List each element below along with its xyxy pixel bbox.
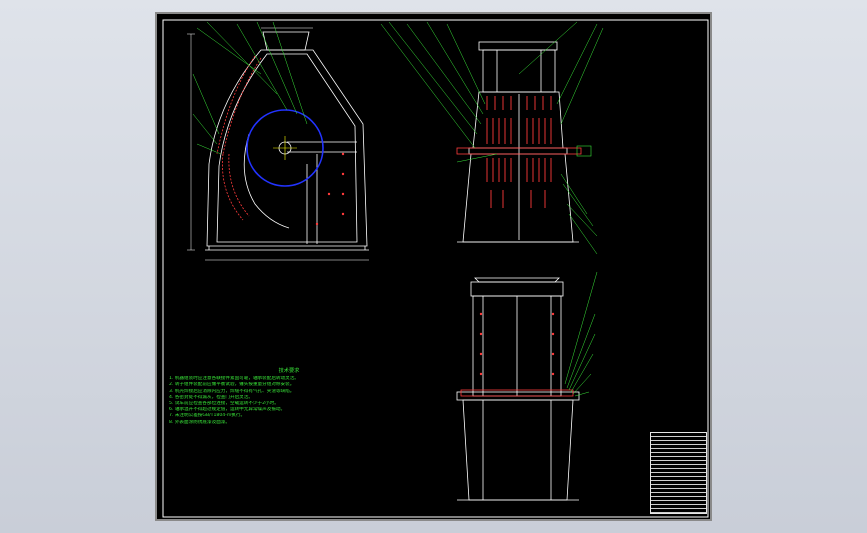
side-view — [457, 41, 579, 243]
tech-note: 8. 外表面涂防锈底漆及面漆。 — [169, 419, 230, 425]
bottom-leaders — [564, 271, 598, 397]
tech-notes-title: 技术要求 — [278, 368, 300, 374]
technical-notes: 技术要求 1. 机器组装时应注意各联接件紧固可靠，轴承装配后转动灵活。 2. 转… — [169, 368, 409, 426]
bottom-view — [456, 277, 580, 501]
title-block — [650, 432, 707, 514]
drawing-sheet: 技术要求 1. 机器组装时应注意各联接件紧固可靠，轴承装配后转动灵活。 2. 转… — [155, 12, 712, 521]
cad-drawing — [162, 19, 709, 518]
front-dimensions — [187, 27, 369, 261]
inner-frame — [162, 19, 709, 518]
side-leaders — [380, 21, 604, 255]
